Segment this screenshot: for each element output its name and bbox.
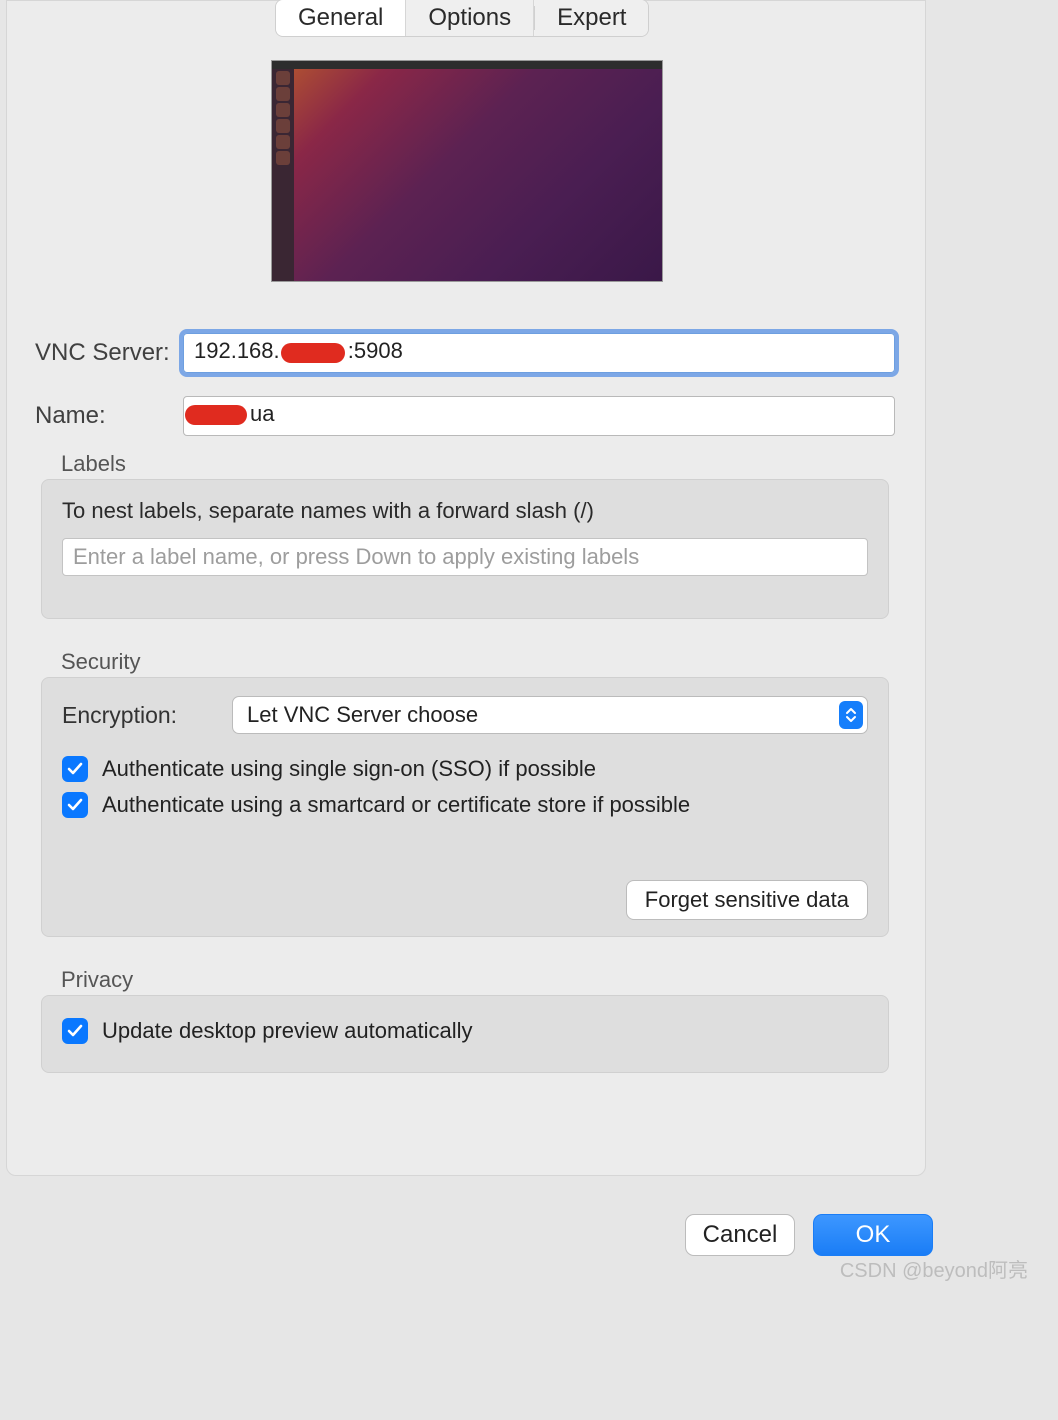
labels-section-title: Labels: [61, 451, 126, 477]
security-section-title: Security: [61, 649, 140, 675]
vnc-server-input[interactable]: 192.168. :5908: [183, 333, 895, 373]
name-input[interactable]: ua: [183, 396, 895, 436]
tab-bar: General Options Expert: [275, 0, 649, 37]
vnc-server-value-suffix: :5908: [348, 338, 403, 363]
privacy-section: Update desktop preview automatically: [41, 995, 889, 1073]
chevron-updown-icon: [839, 701, 863, 729]
encryption-select[interactable]: Let VNC Server choose: [232, 696, 868, 734]
redaction-mark: [185, 405, 247, 425]
update-preview-checkbox-label: Update desktop preview automatically: [102, 1018, 473, 1044]
vnc-server-value-prefix: 192.168.: [194, 338, 280, 363]
watermark-text: CSDN @beyond阿亮: [840, 1254, 1028, 1283]
redaction-mark: [281, 343, 345, 363]
name-value-suffix: ua: [250, 401, 274, 426]
vnc-server-row: VNC Server: 192.168. :5908: [35, 333, 895, 373]
name-label: Name:: [35, 402, 183, 430]
encryption-label: Encryption:: [62, 702, 232, 729]
sso-checkbox-row[interactable]: Authenticate using single sign-on (SSO) …: [62, 756, 868, 782]
security-section: Encryption: Let VNC Server choose Authen…: [41, 677, 889, 937]
name-row: Name: ua: [35, 396, 895, 436]
labels-help-text: To nest labels, separate names with a fo…: [62, 498, 868, 524]
ok-button[interactable]: OK: [813, 1214, 933, 1256]
vnc-server-label: VNC Server:: [35, 339, 183, 367]
properties-dialog: General Options Expert VNC Server: 192.1…: [6, 0, 926, 1176]
smartcard-checkbox-row[interactable]: Authenticate using a smartcard or certif…: [62, 792, 868, 818]
smartcard-checkbox-label: Authenticate using a smartcard or certif…: [102, 792, 690, 818]
checkbox-checked-icon: [62, 756, 88, 782]
tab-options[interactable]: Options: [406, 0, 534, 36]
forget-sensitive-data-button[interactable]: Forget sensitive data: [626, 880, 868, 920]
labels-input[interactable]: [62, 538, 868, 576]
tab-expert[interactable]: Expert: [535, 0, 648, 36]
labels-section: To nest labels, separate names with a fo…: [41, 479, 889, 619]
privacy-section-title: Privacy: [61, 967, 133, 993]
tab-general[interactable]: General: [276, 0, 406, 36]
desktop-preview-thumbnail: [272, 61, 662, 281]
checkbox-checked-icon: [62, 1018, 88, 1044]
encryption-row: Encryption: Let VNC Server choose: [62, 696, 868, 734]
checkbox-checked-icon: [62, 792, 88, 818]
encryption-select-value: Let VNC Server choose: [247, 702, 478, 728]
update-preview-checkbox-row[interactable]: Update desktop preview automatically: [62, 1018, 868, 1044]
cancel-button[interactable]: Cancel: [685, 1214, 795, 1256]
sso-checkbox-label: Authenticate using single sign-on (SSO) …: [102, 756, 596, 782]
